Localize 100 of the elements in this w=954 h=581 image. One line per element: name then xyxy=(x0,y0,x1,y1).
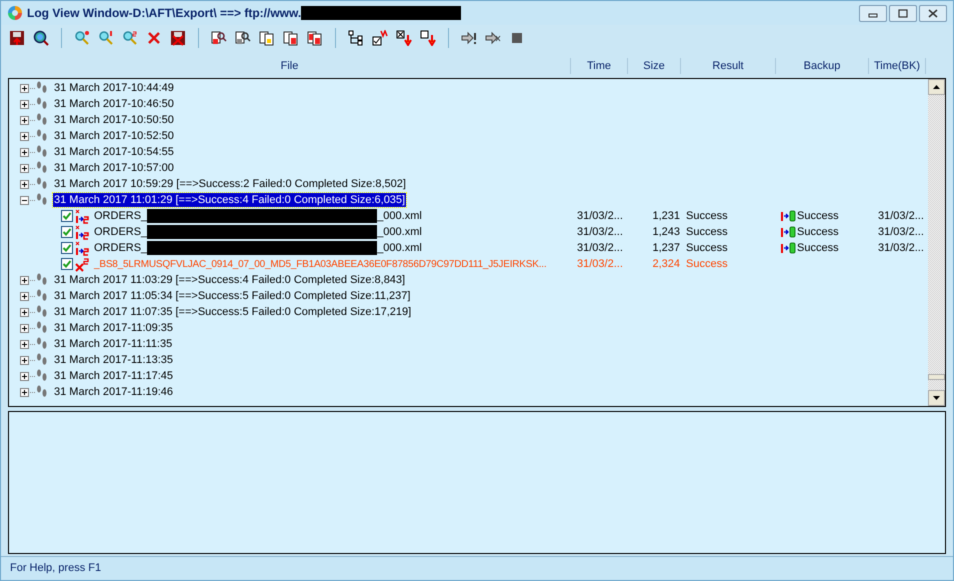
arrow-right-icon[interactable] xyxy=(461,30,477,46)
transfer-icon xyxy=(75,240,89,256)
globe-magnifier-icon[interactable] xyxy=(33,30,49,46)
document-search-icon[interactable] xyxy=(235,30,251,46)
scroll-up-button[interactable] xyxy=(928,79,945,95)
status-text: For Help, press F1 xyxy=(10,561,102,576)
scroll-thumb[interactable] xyxy=(928,374,945,380)
session-item[interactable]: 31 March 2017-10:46:50 xyxy=(53,97,175,111)
footprints-icon xyxy=(36,369,48,383)
backup-icon xyxy=(780,242,796,254)
checkbox-arrow-icon[interactable] xyxy=(420,30,436,46)
footprints-icon xyxy=(36,177,48,191)
floppy-icon[interactable] xyxy=(9,30,25,46)
session-item[interactable]: 31 March 2017-10:44:49 xyxy=(53,81,175,95)
column-header[interactable]: File xyxy=(9,58,571,74)
session-item[interactable]: 31 March 2017 11:03:29 [==>Success:4 Failed:0 Completed Size:8,843] xyxy=(53,273,406,287)
footprints-icon xyxy=(36,305,48,319)
column-header[interactable]: Size xyxy=(628,58,681,74)
time-bk-cell: 31/03/2... xyxy=(878,210,924,222)
collapse-icon[interactable] xyxy=(20,196,29,204)
expand-icon[interactable] xyxy=(20,276,29,284)
footprints-icon xyxy=(36,97,48,111)
column-header[interactable]: Result xyxy=(681,58,776,74)
session-item[interactable]: 31 March 2017-10:54:55 xyxy=(53,145,175,159)
session-item[interactable]: 31 March 2017 10:59:29 [==>Success:2 Failed:0 Completed Size:8,502] xyxy=(53,177,407,191)
session-item[interactable]: 31 March 2017-11:19:46 xyxy=(53,385,174,399)
transfer-icon xyxy=(75,208,89,224)
floppy-delete-icon[interactable] xyxy=(170,30,186,46)
documents-icon[interactable] xyxy=(307,30,323,46)
maximize-icon xyxy=(898,8,908,18)
expand-icon[interactable] xyxy=(20,180,29,188)
checkbox[interactable] xyxy=(61,242,73,254)
checkbox[interactable] xyxy=(61,210,73,222)
document-search-icon[interactable] xyxy=(211,30,227,46)
session-item[interactable]: 31 March 2017-10:50:50 xyxy=(53,113,175,127)
expand-icon[interactable] xyxy=(20,372,29,380)
magnifier-icon[interactable] xyxy=(74,30,90,46)
result-cell: Success xyxy=(686,210,728,222)
expand-icon[interactable] xyxy=(20,308,29,316)
session-item[interactable]: 31 March 2017 11:07:35 [==>Success:5 Failed:0 Completed Size:17,219] xyxy=(53,305,412,319)
app-logo-icon xyxy=(7,5,23,21)
backup-cell-text: Success xyxy=(797,224,839,240)
maximize-button[interactable] xyxy=(889,4,917,22)
expand-icon[interactable] xyxy=(20,84,29,92)
time-cell: 31/03/2... xyxy=(577,210,623,222)
session-item[interactable]: 31 March 2017 11:05:34 [==>Success:5 Failed:0 Completed Size:11,237] xyxy=(53,289,412,303)
file-name: _BS8_5LRMUSQFVLJAC_0914_07_00_MD5_FB1A03ABEEA36E0F87856D79C97DD111_J5JEIRKSK... xyxy=(94,258,546,272)
time-cell: 31/03/2... xyxy=(577,258,623,270)
arrow-right-icon[interactable] xyxy=(485,30,501,46)
scroll-down-button[interactable] xyxy=(928,390,945,406)
expand-icon[interactable] xyxy=(20,388,29,396)
checkbox-icon[interactable] xyxy=(372,30,388,46)
expand-icon[interactable] xyxy=(20,100,29,108)
minimize-button[interactable] xyxy=(859,4,887,22)
size-cell-text: 1,231 xyxy=(652,208,680,224)
expand-icon[interactable] xyxy=(20,116,29,124)
session-item[interactable]: 31 March 2017 11:01:29 [==>Success:4 Failed:0 Completed Size:6,035] xyxy=(53,193,406,207)
delete-icon[interactable] xyxy=(146,30,162,46)
transfer-icon xyxy=(75,224,89,240)
footprints-icon xyxy=(36,289,48,303)
close-icon xyxy=(928,8,938,18)
session-item[interactable]: 31 March 2017-10:57:00 xyxy=(53,161,175,175)
session-item[interactable]: 31 March 2017-11:17:45 xyxy=(53,369,174,383)
magnifier-icon[interactable] xyxy=(122,30,138,46)
expand-icon[interactable] xyxy=(20,340,29,348)
session-item[interactable]: 31 March 2017-11:13:35 xyxy=(53,353,174,367)
close-button[interactable] xyxy=(919,4,947,22)
session-item[interactable]: 31 March 2017-11:09:35 xyxy=(53,321,174,335)
down-arrow-icon xyxy=(933,396,940,400)
tree-icon[interactable] xyxy=(348,30,364,46)
expand-icon[interactable] xyxy=(20,148,29,156)
footprints-icon xyxy=(36,337,48,351)
documents-icon[interactable] xyxy=(283,30,299,46)
expand-icon[interactable] xyxy=(20,164,29,172)
up-arrow-icon xyxy=(933,85,940,89)
file-extension: _000.xml xyxy=(377,208,422,224)
file-extension: _000.xml xyxy=(377,240,422,256)
footprints-icon xyxy=(36,145,48,159)
checkbox[interactable] xyxy=(61,226,73,238)
documents-icon[interactable] xyxy=(259,30,275,46)
checkbox[interactable] xyxy=(61,258,73,270)
column-header[interactable]: Backup xyxy=(776,58,869,74)
backup-icon xyxy=(780,226,796,238)
column-header[interactable]: Time xyxy=(571,58,628,74)
file-extension: _000.xml xyxy=(377,224,422,240)
footprints-icon xyxy=(36,273,48,287)
footprints-icon xyxy=(36,193,48,207)
expand-icon[interactable] xyxy=(20,292,29,300)
checkbox-arrow-icon[interactable] xyxy=(396,30,412,46)
expand-icon[interactable] xyxy=(20,132,29,140)
session-item[interactable]: 31 March 2017-10:52:50 xyxy=(53,129,175,143)
expand-icon[interactable] xyxy=(20,356,29,364)
session-item[interactable]: 31 March 2017-11:11:35 xyxy=(53,337,174,351)
column-header[interactable]: Time(BK) xyxy=(869,58,926,74)
footprints-icon xyxy=(36,353,48,367)
window-title: Log View Window-D:\AFT\Export\ ==> ftp://www. xyxy=(27,5,302,22)
footprints-icon xyxy=(36,321,48,335)
stop-icon[interactable] xyxy=(509,30,525,46)
magnifier-icon[interactable] xyxy=(98,30,114,46)
expand-icon[interactable] xyxy=(20,324,29,332)
